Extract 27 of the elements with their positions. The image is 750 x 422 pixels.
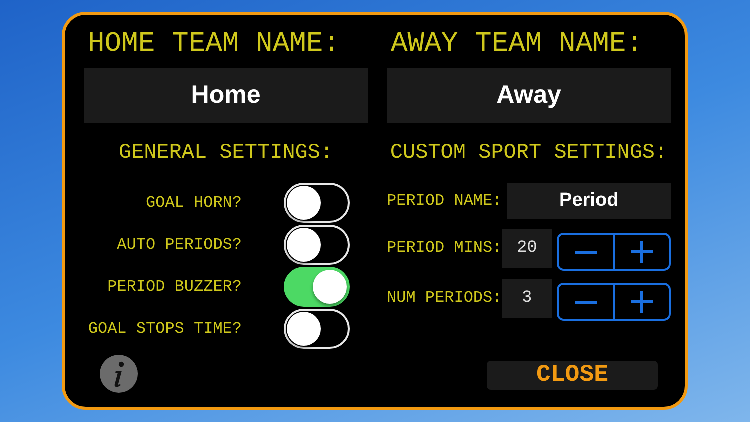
section-title: CUSTOM SPORT SETTINGS: <box>389 141 669 167</box>
team-name-field[interactable]: Home <box>84 68 368 123</box>
toggle-switch[interactable] <box>284 267 350 307</box>
plus-icon <box>631 241 654 263</box>
team-name-field[interactable]: Away <box>387 68 671 123</box>
plus-icon <box>631 291 654 313</box>
field-label: PERIOD MINS: <box>387 239 502 257</box>
period-name-field[interactable]: Period <box>507 183 671 219</box>
increment-button[interactable] <box>613 285 669 319</box>
setting-label: PERIOD BUZZER? <box>108 278 242 296</box>
close-button[interactable]: CLOSE <box>487 361 658 390</box>
minus-icon <box>575 250 598 254</box>
value-field: 20 <box>502 228 552 268</box>
info-icon[interactable] <box>100 355 138 393</box>
field-label: PERIOD NAME: <box>387 192 502 210</box>
field-label: HOME TEAM NAME: <box>87 29 342 61</box>
field-label: NUM PERIODS: <box>387 289 502 307</box>
value-field: 3 <box>502 278 552 318</box>
stepper-control[interactable] <box>557 233 671 271</box>
setting-label: AUTO PERIODS? <box>117 236 242 254</box>
minus-icon <box>575 300 598 304</box>
section-title: GENERAL SETTINGS: <box>118 141 334 167</box>
field-label: AWAY TEAM NAME: <box>390 29 644 61</box>
setting-label: GOAL STOPS TIME? <box>88 320 242 338</box>
increment-button[interactable] <box>613 235 669 269</box>
setting-label: GOAL HORN? <box>146 194 242 212</box>
stepper-control[interactable] <box>557 283 671 321</box>
